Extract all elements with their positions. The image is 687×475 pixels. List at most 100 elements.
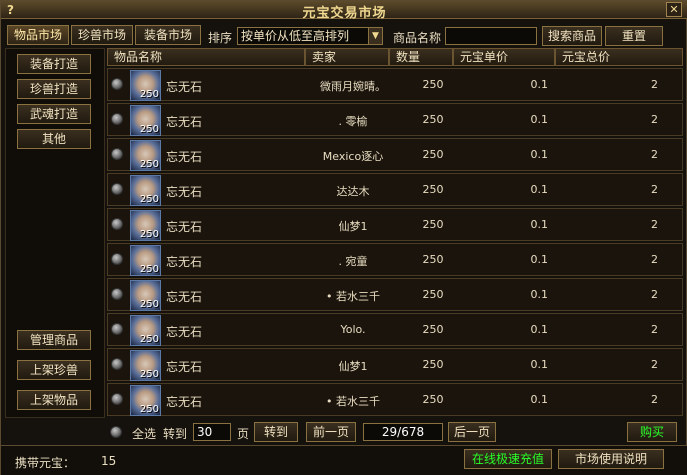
table-row[interactable]: 250 忘无石 • 若水三千 250 0.1 2 [107, 383, 683, 416]
item-stack-count: 250 [139, 229, 159, 240]
quantity: 250 [422, 393, 444, 406]
total-price: 2 [651, 218, 658, 231]
prev-page-button[interactable]: 前一页 [306, 422, 356, 442]
total-price: 2 [651, 148, 658, 161]
product-name-label: 商品名称 [393, 31, 442, 45]
table-row[interactable]: 250 忘无石 Mexico逐心 250 0.1 2 [107, 138, 683, 171]
row-select-radio[interactable] [111, 253, 123, 265]
row-select-radio[interactable] [111, 148, 123, 160]
row-select-radio[interactable] [111, 113, 123, 125]
quantity: 250 [422, 218, 444, 231]
item-stack-count: 250 [139, 124, 159, 135]
total-price: 2 [651, 393, 658, 406]
product-name-input[interactable] [445, 27, 537, 45]
close-button[interactable]: ✕ [666, 2, 682, 17]
quantity: 250 [422, 358, 444, 371]
list-pet-button[interactable]: 上架珍兽 [17, 360, 91, 380]
item-stack-count: 250 [139, 334, 159, 345]
select-all-radio[interactable] [110, 426, 122, 438]
sort-select[interactable]: 按单价从低至高排列 ▼ [237, 27, 383, 45]
column-header-unit-price[interactable]: 元宝单价 [453, 48, 555, 66]
item-stone-icon: 250 [130, 175, 161, 206]
column-header-seller[interactable]: 卖家 [305, 48, 389, 66]
unit-price: 0.1 [530, 218, 549, 231]
row-select-radio[interactable] [111, 183, 123, 195]
table-row[interactable]: 250 忘无石 仙梦1 250 0.1 2 [107, 348, 683, 381]
item-name: 忘无石 [166, 150, 203, 164]
table-row[interactable]: 250 忘无石 . 零榆 250 0.1 2 [107, 103, 683, 136]
category-equipment-forge[interactable]: 装备打造 [17, 54, 91, 74]
market-window: ? 元宝交易市场 ✕ 物品市场 珍兽市场 装备市场 排序 按单价从低至高排列 ▼… [0, 0, 687, 475]
quantity: 250 [422, 288, 444, 301]
item-stack-count: 250 [139, 194, 159, 205]
quantity: 250 [422, 183, 444, 196]
goto-label: 转到 [163, 427, 188, 441]
item-stone-icon: 250 [130, 70, 161, 101]
column-header-item-name[interactable]: 物品名称 [107, 48, 305, 66]
recharge-button[interactable]: 在线极速充值 [464, 449, 552, 469]
item-stack-count: 250 [139, 89, 159, 100]
item-stone-icon: 250 [130, 385, 161, 416]
market-help-button[interactable]: 市场使用说明 [558, 449, 664, 469]
total-price: 2 [651, 288, 658, 301]
footer-bar: 携带元宝： 15 在线极速充值 市场使用说明 [1, 445, 687, 475]
item-stone-icon: 250 [130, 105, 161, 136]
goto-button[interactable]: 转到 [254, 422, 298, 442]
sort-select-value: 按单价从低至高排列 [241, 29, 350, 43]
manage-goods-button[interactable]: 管理商品 [17, 330, 91, 350]
title-bar[interactable]: ? 元宝交易市场 ✕ [1, 1, 687, 21]
column-header-quantity[interactable]: 数量 [389, 48, 453, 66]
table-row[interactable]: 250 忘无石 Yolo. 250 0.1 2 [107, 313, 683, 346]
select-all-label: 全选 [132, 427, 157, 441]
yuanbao-label: 携带元宝： [15, 456, 76, 470]
total-price: 2 [651, 78, 658, 91]
page-number-input[interactable]: 30 [193, 423, 231, 441]
category-soul-forge[interactable]: 武魂打造 [17, 104, 91, 124]
yuanbao-value: 15 [101, 454, 117, 468]
category-pet-forge[interactable]: 珍兽打造 [17, 79, 91, 99]
total-price: 2 [651, 358, 658, 371]
item-name: 忘无石 [166, 290, 203, 304]
row-select-radio[interactable] [111, 218, 123, 230]
category-other[interactable]: 其他 [17, 129, 91, 149]
item-name: 忘无石 [166, 360, 203, 374]
row-select-radio[interactable] [111, 358, 123, 370]
table-row[interactable]: 250 忘无石 • 若水三千 250 0.1 2 [107, 278, 683, 311]
item-stone-icon: 250 [130, 245, 161, 276]
table-row[interactable]: 250 忘无石 . 宛童 250 0.1 2 [107, 243, 683, 276]
item-name: 忘无石 [166, 395, 203, 409]
row-select-radio[interactable] [111, 323, 123, 335]
table-row[interactable]: 250 忘无石 微雨月婉晴。 250 0.1 2 [107, 68, 683, 101]
unit-price: 0.1 [530, 253, 549, 266]
row-select-radio[interactable] [111, 288, 123, 300]
item-stack-count: 250 [139, 404, 159, 415]
item-name: 忘无石 [166, 185, 203, 199]
item-stone-icon: 250 [130, 280, 161, 311]
pager-bar: 全选 转到 30 页 转到 前一页 29/678 后一页 购买 [107, 420, 683, 444]
search-button[interactable]: 搜索商品 [542, 26, 602, 46]
item-stone-icon: 250 [130, 315, 161, 346]
tab-pet-market[interactable]: 珍兽市场 [71, 25, 133, 45]
buy-button[interactable]: 购买 [627, 422, 677, 442]
window-title: 元宝交易市场 [302, 6, 387, 21]
table-row[interactable]: 250 忘无石 仙梦1 250 0.1 2 [107, 208, 683, 241]
total-price: 2 [651, 183, 658, 196]
chevron-down-icon[interactable]: ▼ [368, 28, 382, 44]
reset-button[interactable]: 重置 [605, 26, 663, 46]
total-price: 2 [651, 253, 658, 266]
item-stack-count: 250 [139, 369, 159, 380]
item-name: 忘无石 [166, 220, 203, 234]
unit-price: 0.1 [530, 288, 549, 301]
next-page-button[interactable]: 后一页 [448, 422, 496, 442]
unit-price: 0.1 [530, 148, 549, 161]
tab-item-market[interactable]: 物品市场 [7, 25, 69, 45]
list-item-button[interactable]: 上架物品 [17, 390, 91, 410]
row-select-radio[interactable] [111, 393, 123, 405]
column-header-total-price[interactable]: 元宝总价 [555, 48, 683, 66]
table-row[interactable]: 250 忘无石 达达木 250 0.1 2 [107, 173, 683, 206]
unit-price: 0.1 [530, 78, 549, 91]
quantity: 250 [422, 78, 444, 91]
item-stone-icon: 250 [130, 210, 161, 241]
tab-equipment-market[interactable]: 装备市场 [135, 25, 201, 45]
row-select-radio[interactable] [111, 78, 123, 90]
